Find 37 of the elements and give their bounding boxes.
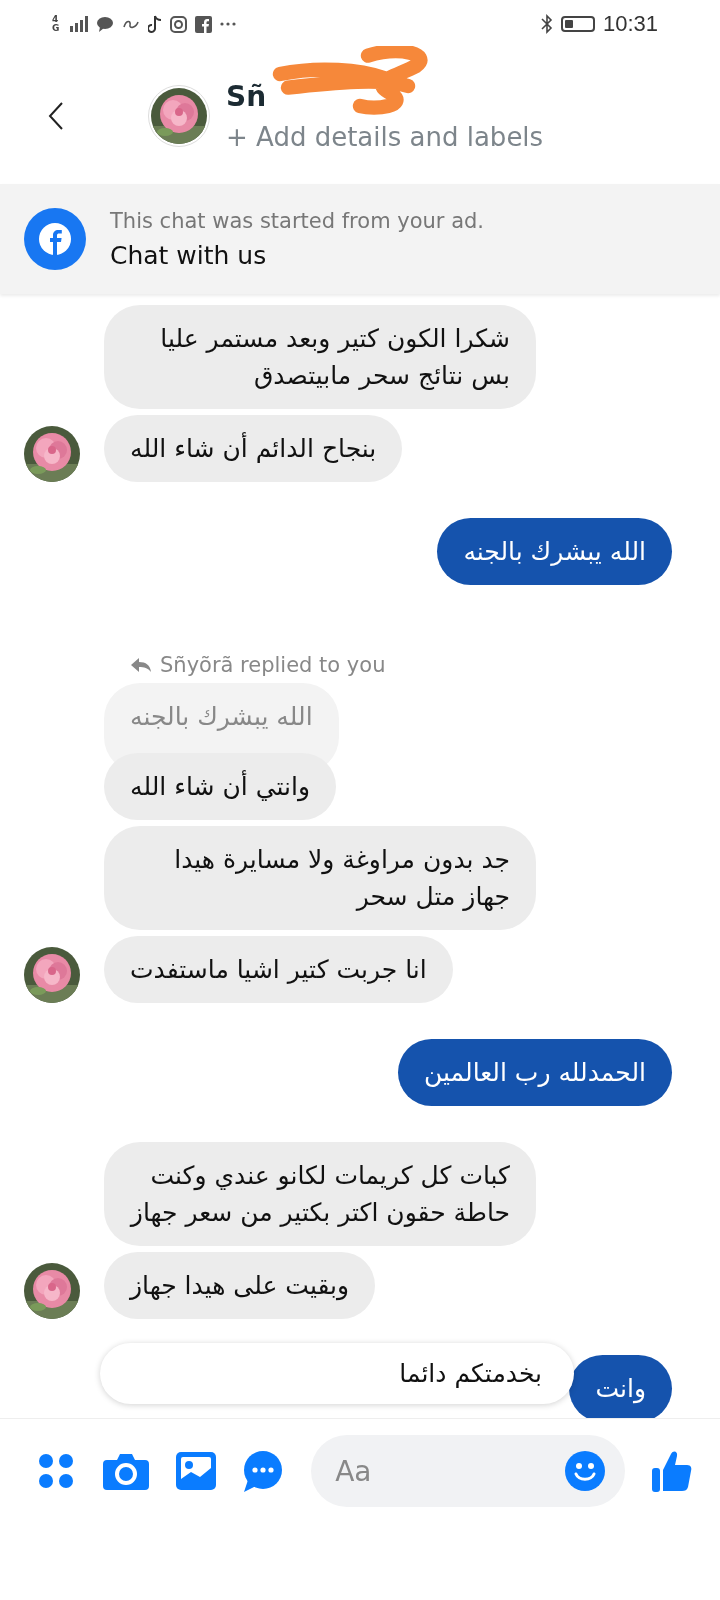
music-note-icon (148, 15, 162, 33)
more-icon (220, 22, 236, 26)
reply-icon (130, 657, 152, 673)
bluetooth-icon (540, 14, 553, 34)
message-bubble[interactable]: بنجاح الدائم أن شاء الله (104, 415, 403, 482)
scribble-icon (122, 18, 140, 30)
image-icon[interactable] (175, 1452, 216, 1490)
message-bubble[interactable]: جد بدون مراوغة ولا مسايرة هيدا جهاز متل سحر (104, 826, 536, 930)
ad-title: Chat with us (110, 240, 268, 270)
chat-icon (96, 16, 114, 32)
contact-name: Sñ (226, 80, 267, 113)
apps-icon[interactable] (36, 1451, 76, 1491)
message-bubble[interactable]: الحمدلله رب العالمين (398, 1039, 672, 1106)
message-bubble[interactable]: الله يبشرك بالجنه (437, 518, 672, 585)
message-bubble[interactable]: كبات كل كريمات لكانو عندي وكنت حاطة حقون اكتر بكتير من سعر جهاز (104, 1142, 536, 1246)
back-icon[interactable] (48, 101, 64, 131)
add-details-link[interactable]: + Add details and labels (226, 122, 544, 152)
emoji-icon[interactable] (565, 1451, 606, 1491)
ad-note: This chat was started from your ad. (110, 208, 485, 233)
message-bubble[interactable]: وانت (569, 1355, 672, 1418)
message-bubble[interactable]: وانتي أن شاء الله (104, 753, 337, 820)
thumbs-up-icon[interactable] (652, 1450, 692, 1492)
network-label: 4G (52, 15, 61, 33)
camera-icon (170, 15, 187, 33)
message-field[interactable]: Aa (311, 1435, 626, 1507)
camera-icon[interactable] (102, 1452, 149, 1490)
facebook-icon (24, 208, 86, 270)
facebook-icon (195, 15, 212, 33)
signal-icon (70, 16, 88, 32)
suggested-reply[interactable]: بخدمتكم دائما (100, 1343, 574, 1404)
battery-icon (560, 16, 595, 32)
message-bubble[interactable]: شكرا الكون كتير وبعد مستمر عليا بس نتائج سحر مابيتصدق (104, 305, 536, 409)
message-bubble[interactable]: وبقيت على هيدا جهاز (104, 1252, 376, 1319)
messenger-bubble-icon[interactable] (242, 1450, 285, 1492)
message-bubble[interactable]: انا جربت كتير اشيا ماستفدت (104, 936, 453, 1003)
clock: 10:31 (602, 11, 658, 37)
reply-label: Sñyõrã replied to you (160, 653, 386, 677)
